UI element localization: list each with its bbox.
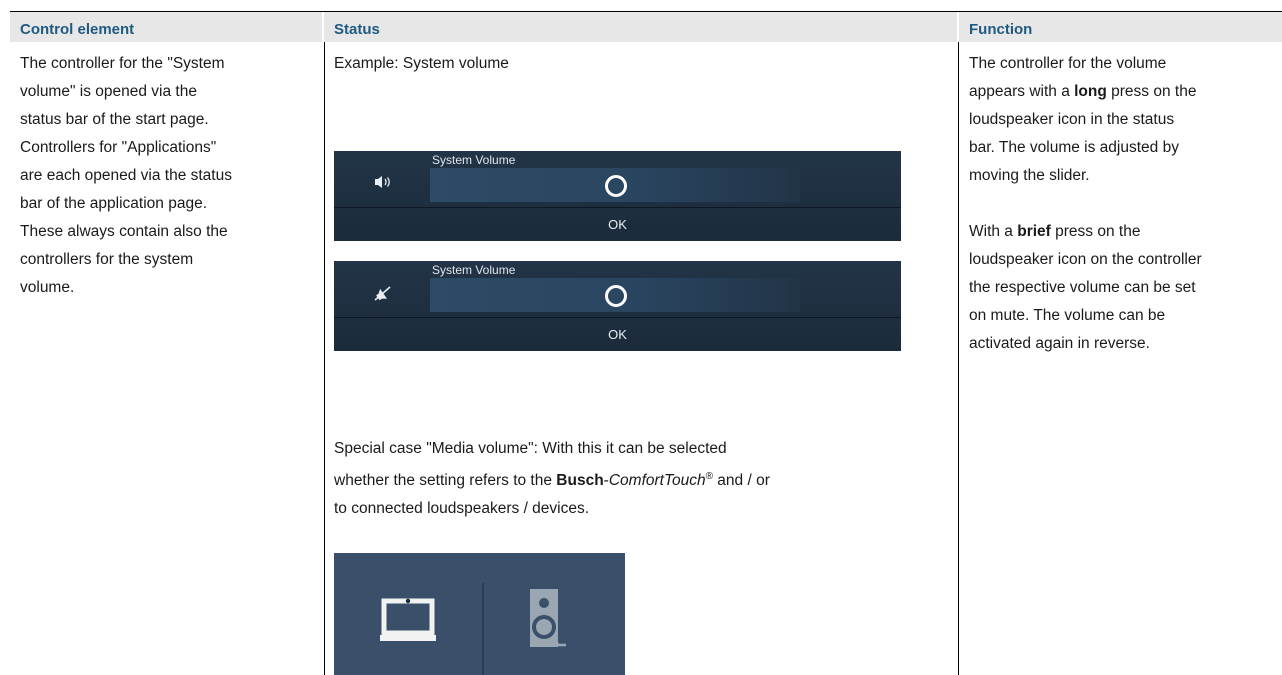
panel-title: System Volume xyxy=(432,153,516,167)
text-line: bar. The volume is adjusted by xyxy=(969,139,1179,156)
text-line: the respective volume can be set xyxy=(969,279,1196,296)
text-line: controllers for the system xyxy=(20,251,194,268)
status-example: Example: System volume xyxy=(334,50,944,78)
speaker-icon[interactable] xyxy=(374,175,392,193)
text-run: appears with a xyxy=(969,83,1075,100)
control-element-text: The controller for the "System volume" i… xyxy=(20,50,320,302)
text-bold: long xyxy=(1074,83,1107,100)
selector-divider xyxy=(482,583,484,675)
header-function: Function xyxy=(959,12,1282,42)
ok-button[interactable]: OK xyxy=(334,327,901,342)
text-run: and / or xyxy=(713,472,770,490)
text-line: whether the setting refers to the Busch-… xyxy=(334,463,944,495)
volume-slider-knob[interactable] xyxy=(605,175,627,197)
text-bold: brief xyxy=(1017,223,1051,240)
panel-title: System Volume xyxy=(432,263,516,277)
text-line: activated again in reverse. xyxy=(969,335,1150,352)
registered-mark: ® xyxy=(705,471,713,482)
example-label: Example: System volume xyxy=(334,55,509,72)
text-line: The controller for the volume xyxy=(969,55,1167,72)
brand-italic: ComfortTouch xyxy=(608,472,706,490)
text-line: volume. xyxy=(20,279,75,296)
text-line: moving the slider. xyxy=(969,167,1090,184)
header-status: Status xyxy=(324,12,957,42)
text-run: press on the xyxy=(1106,83,1197,100)
text-line: These always contain also the xyxy=(20,223,228,240)
text-run: With a xyxy=(969,223,1018,240)
text-line: bar of the application page. xyxy=(20,195,207,212)
text-line: Controllers for "Applications" xyxy=(20,139,217,156)
header-label: Control element xyxy=(20,21,135,38)
text-run: whether the setting refers to the xyxy=(334,472,557,490)
loudspeaker-device-icon[interactable] xyxy=(530,589,566,654)
panel-separator xyxy=(334,207,901,208)
text-line: loudspeaker icon in the status xyxy=(969,111,1175,128)
text-line: With a brief press on the xyxy=(969,218,1282,246)
panel-separator xyxy=(334,317,901,318)
brand-bold: Busch xyxy=(556,472,604,490)
text-line: status bar of the start page. xyxy=(20,111,209,128)
text-line: to connected loudspeakers / devices. xyxy=(334,500,590,518)
text-line: The controller for the "System xyxy=(20,55,225,72)
text-line: volume" is opened via the xyxy=(20,83,197,100)
column-divider xyxy=(958,42,959,675)
text-line: loudspeaker icon on the controller xyxy=(969,251,1202,268)
speaker-muted-icon[interactable] xyxy=(374,285,392,305)
header-control-element: Control element xyxy=(10,12,322,42)
text-line: Special case "Media volume": With this i… xyxy=(334,440,727,457)
text-line: are each opened via the status xyxy=(20,167,232,184)
special-case-text: Special case "Media volume": With this i… xyxy=(334,435,944,523)
system-volume-panel-muted: System Volume OK xyxy=(334,261,901,351)
text-line: appears with a long press on the xyxy=(969,78,1282,106)
text-run: press on the xyxy=(1050,223,1141,240)
header-label: Status xyxy=(334,21,380,38)
system-volume-panel: System Volume OK xyxy=(334,151,901,241)
column-divider xyxy=(324,42,325,675)
volume-slider-knob[interactable] xyxy=(605,285,627,307)
text-line: on mute. The volume can be xyxy=(969,307,1166,324)
header-label: Function xyxy=(969,21,1033,38)
function-text: The controller for the volume appears wi… xyxy=(969,50,1282,358)
ok-button[interactable]: OK xyxy=(334,217,901,232)
device-icon[interactable] xyxy=(380,597,436,650)
media-volume-selector xyxy=(334,553,625,675)
